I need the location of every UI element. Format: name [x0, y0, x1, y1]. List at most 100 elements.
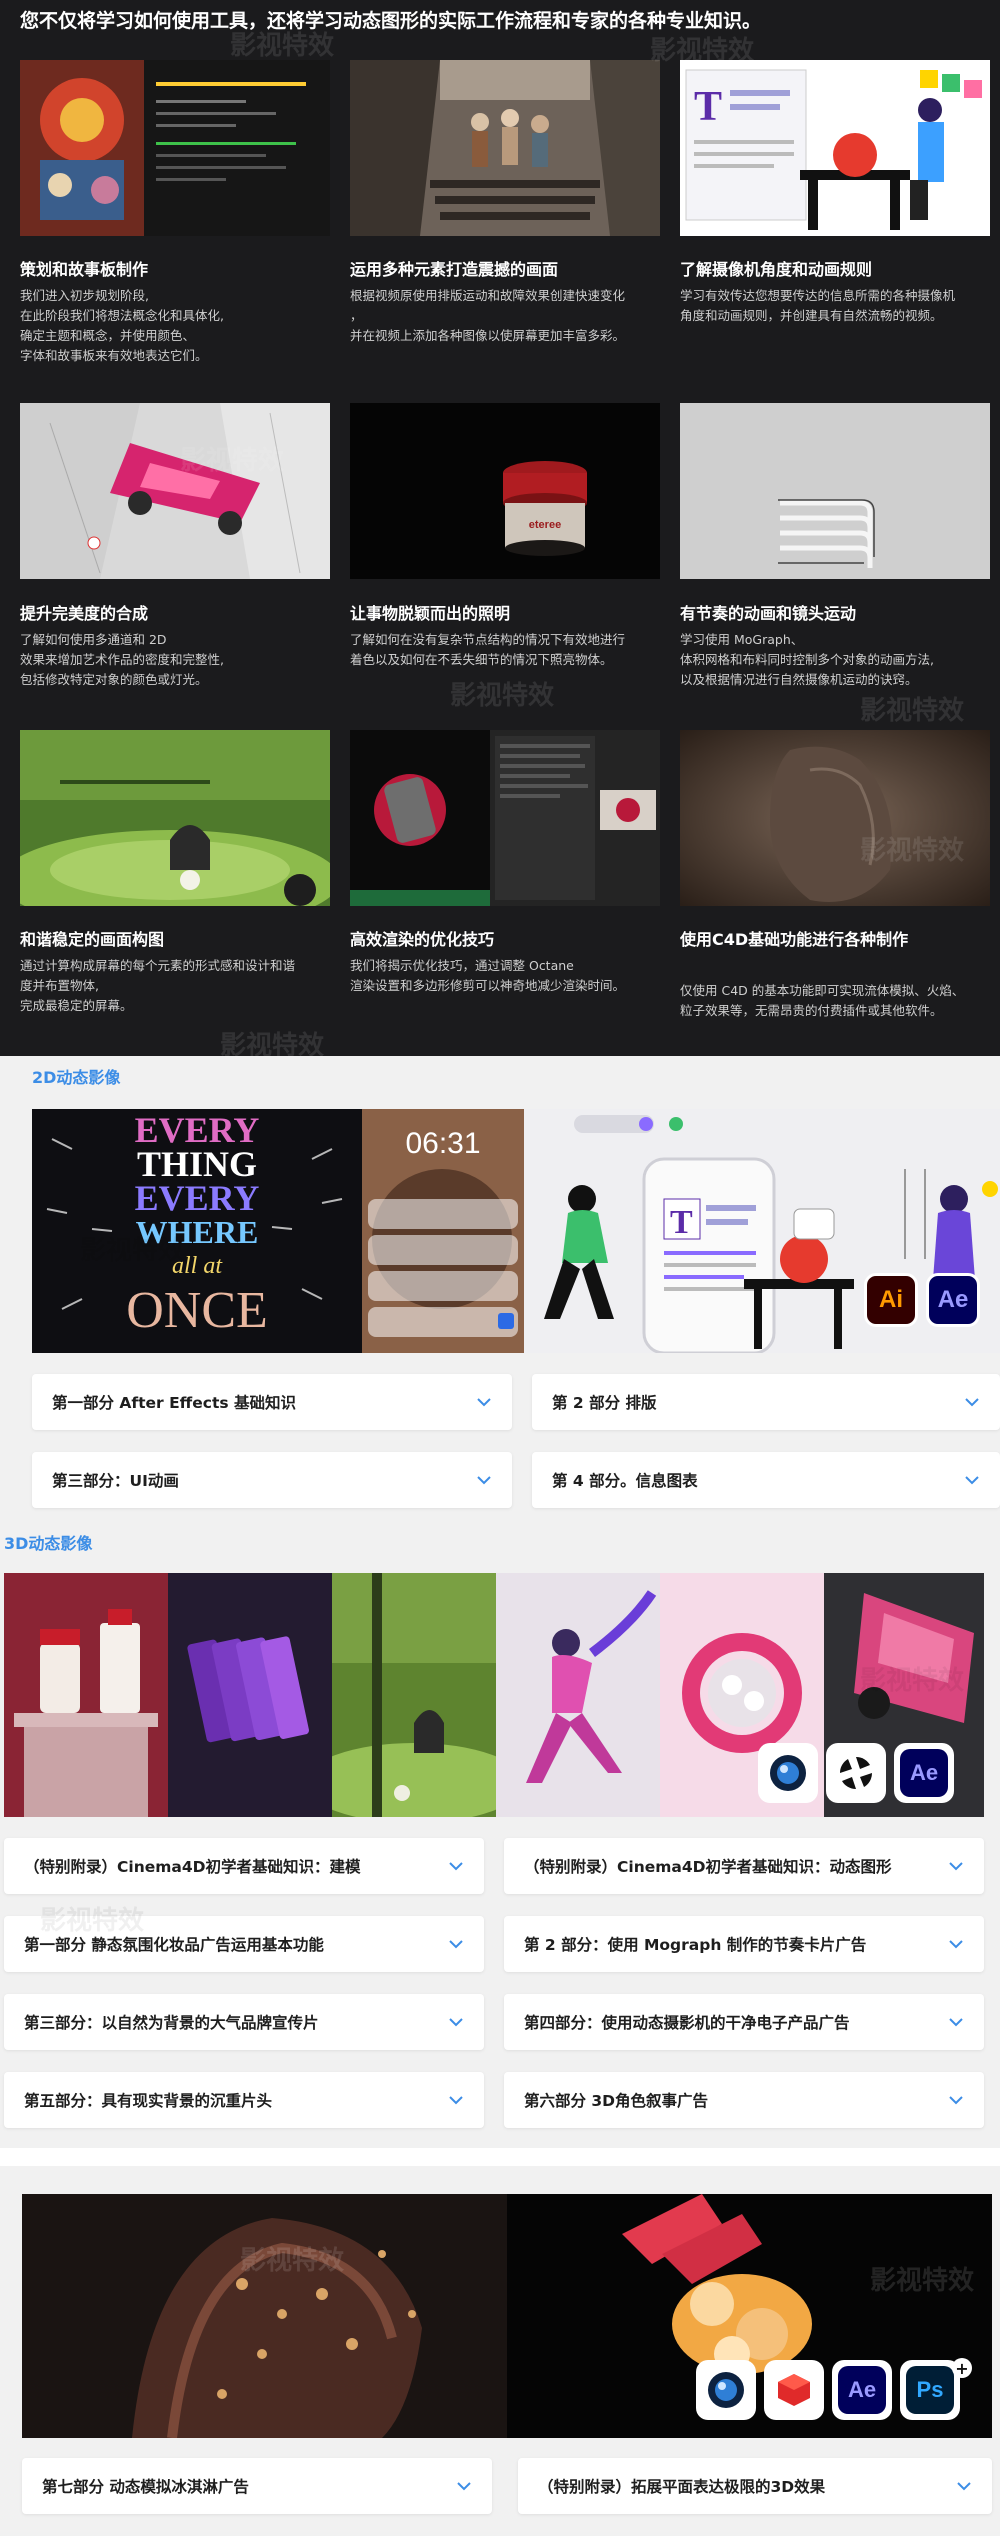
svg-text:eteree: eteree: [529, 519, 561, 531]
card-image-animation: [680, 403, 990, 579]
card-image-rendering: [350, 730, 660, 906]
accordion-item[interactable]: 第 4 部分。信息图表: [532, 1452, 1000, 1508]
accordion-item[interactable]: 第 2 部分 排版: [532, 1374, 1000, 1430]
accordion-item[interactable]: （特别附录）拓展平面表达极限的3D效果: [518, 2458, 992, 2514]
card-image-lighting: eteree: [350, 403, 660, 579]
accordion-label: （特别附录）Cinema4D初学者基础知识：建模: [24, 1858, 361, 1876]
poster-line: EVERY: [134, 1178, 260, 1218]
strip-cosmetics: [4, 1573, 168, 1817]
chevron-down-icon[interactable]: [474, 1392, 494, 1412]
accordion-item[interactable]: 第 2 部分：使用 Mograph 制作的节奏卡片广告: [504, 1916, 984, 1972]
chevron-down-icon[interactable]: [946, 2090, 966, 2110]
card-image-camera-angles: T: [680, 60, 990, 236]
accordion-label: 第七部分 动态模拟冰淇淋广告: [42, 2478, 249, 2496]
svg-text:T: T: [694, 84, 722, 130]
poster-line: EVERY: [134, 1110, 260, 1150]
accordion-label: 第四部分：使用动态摄影机的干净电子产品广告: [524, 2014, 850, 2032]
illustrator-icon: Ai: [864, 1273, 918, 1327]
card-title: 高效渲染的优化技巧: [350, 930, 495, 949]
redshift-icon: [764, 2360, 824, 2420]
accordion-item[interactable]: 第一部分 静态氛围化妆品广告运用基本功能: [4, 1916, 484, 1972]
accordion-label: 第一部分 静态氛围化妆品广告运用基本功能: [24, 1936, 324, 1954]
section-heading: 您不仅将学习如何使用工具，还将学习动态图形的实际工作流程和专家的各种专业知识。: [20, 10, 762, 32]
after-effects-icon: Ae: [926, 1273, 980, 1327]
chevron-down-icon[interactable]: [946, 1934, 966, 1954]
accordion-item[interactable]: 第六部分 3D角色叙事广告: [504, 2072, 984, 2128]
chevron-down-icon[interactable]: [446, 2090, 466, 2110]
photoshop-label: Ps: [906, 2366, 954, 2414]
card-title: 策划和故事板制作: [20, 260, 149, 279]
accordion-label: 第一部分 After Effects 基础知识: [52, 1394, 296, 1412]
accordion-item[interactable]: 第七部分 动态模拟冰淇淋广告: [22, 2458, 492, 2514]
accordion-label: 第 2 部分 排版: [552, 1394, 657, 1412]
accordion-label: 第三部分：UI动画: [52, 1472, 179, 1490]
photoshop-icon: Ps: [900, 2360, 960, 2420]
card-description: 我们将揭示优化技巧，通过调整 Octane 渲染设置和多边形修剪可以神奇地减少渲…: [350, 958, 626, 993]
poster-line: WHERE: [135, 1214, 259, 1250]
accordion-item[interactable]: 第三部分：以自然为背景的大气品牌宣传片: [4, 1994, 484, 2050]
poster-line: ONCE: [126, 1282, 268, 1339]
accordion-label: 第五部分：具有现实背景的沉重片头: [24, 2092, 273, 2110]
phone-lockscreen-image: 06:31: [362, 1109, 524, 1353]
chevron-down-icon[interactable]: [474, 1470, 494, 1490]
poster-image: EVERY THING EVERY WHERE all at ONCE: [32, 1109, 362, 1353]
ui-illustration: T Ai Ae: [524, 1109, 1000, 1353]
svg-text:T: T: [670, 1204, 693, 1241]
chevron-down-icon[interactable]: [962, 1392, 982, 1412]
watermark: 影视特效: [450, 681, 555, 711]
banner-2d: EVERY THING EVERY WHERE all at ONCE 06:3…: [32, 1109, 1000, 1353]
chevron-down-icon[interactable]: [446, 2012, 466, 2032]
cinema4d-icon: [758, 1743, 818, 1803]
chevron-down-icon[interactable]: [446, 1934, 466, 1954]
section-label-2d: 2D动态影像: [32, 1068, 121, 1087]
cinema4d-icon: [696, 2360, 756, 2420]
after-effects-icon: Ae: [832, 2360, 892, 2420]
accordion-item[interactable]: 第五部分：具有现实背景的沉重片头: [4, 2072, 484, 2128]
accordion-item[interactable]: （特别附录）Cinema4D初学者基础知识：建模: [4, 1838, 484, 1894]
card-image-elements: [350, 60, 660, 236]
after-effects-label: Ae: [900, 1749, 948, 1797]
accordion-label: 第 4 部分。信息图表: [552, 1472, 698, 1490]
chevron-down-icon[interactable]: [954, 2476, 974, 2496]
accordion-item[interactable]: 第三部分：UI动画: [32, 1452, 512, 1508]
accordion-label: 第三部分：以自然为背景的大气品牌宣传片: [24, 2014, 319, 2032]
card-image-composition: [20, 730, 330, 906]
chevron-down-icon[interactable]: [454, 2476, 474, 2496]
card-description: 通过计算构成屏幕的每个元素的形式感和设计和谐 度并布置物体, 完成最稳定的屏幕。: [20, 958, 296, 1013]
strip-character: [496, 1573, 660, 1817]
features-section: 您不仅将学习如何使用工具，还将学习动态图形的实际工作流程和专家的各种专业知识。: [0, 0, 1000, 1061]
section-label-3d: 3D动态影像: [4, 1534, 93, 1553]
card-description: 了解如何使用多通道和 2D 效果来增加艺术作品的密度和完整性, 包括修改特定对象…: [20, 632, 224, 687]
accordion-label: 第六部分 3D角色叙事广告: [524, 2092, 709, 2110]
accordion-label: （特别附录）Cinema4D初学者基础知识：动态图形: [524, 1858, 892, 1876]
poster-line: all at: [171, 1253, 222, 1279]
card-title: 使用C4D基础功能进行各种制作: [680, 930, 909, 949]
card-image-storyboard: [20, 60, 330, 236]
card-title: 了解摄像机角度和动画规则: [680, 260, 873, 279]
watermark: 影视特效: [860, 696, 965, 726]
card-image-compositing: [20, 403, 330, 579]
watermark: 影视特效: [220, 1031, 325, 1061]
chevron-down-icon[interactable]: [946, 2012, 966, 2032]
chevron-down-icon[interactable]: [446, 1856, 466, 1876]
card-title: 有节奏的动画和镜头运动: [680, 604, 857, 623]
accordion-item[interactable]: 第一部分 After Effects 基础知识: [32, 1374, 512, 1430]
card-description: 了解如何在没有复杂节点结构的情况下有效地进行 着色以及如何在不丢失细节的情况下照…: [350, 632, 626, 667]
banner-3d: Ae: [4, 1573, 984, 1817]
lockscreen-time: 06:31: [405, 1127, 481, 1160]
accordion-item[interactable]: 第四部分：使用动态摄影机的干净电子产品广告: [504, 1994, 984, 2050]
card-description: 学习使用 MoGraph、 体积网格和布料同时控制多个对象的动画方法, 以及根据…: [680, 632, 934, 687]
card-description: 仅使用 C4D 的基本功能即可实现流体模拟、火焰、 粒子效果等，无需昂贵的付费插…: [680, 983, 965, 1018]
after-effects-icon: Ae: [894, 1743, 954, 1803]
card-description: 我们进入初步规划阶段, 在此阶段我们将想法概念化和具体化, 确定主题和概念，并使…: [20, 288, 224, 363]
strip-nature: [332, 1573, 496, 1817]
accordion-item[interactable]: （特别附录）Cinema4D初学者基础知识：动态图形: [504, 1838, 984, 1894]
chevron-down-icon[interactable]: [962, 1470, 982, 1490]
card-image-c4d-basics: [680, 730, 990, 906]
card-title: 和谐稳定的画面构图: [20, 930, 165, 949]
poster-line: THING: [136, 1144, 258, 1184]
card-description: 根据视频原使用排版运动和故障效果创建快速变化 ， 并在视频上添加各种图像以使屏幕…: [350, 288, 626, 343]
banner-extra: Ae Ps +: [22, 2194, 992, 2438]
chevron-down-icon[interactable]: [946, 1856, 966, 1876]
card-description: 学习有效传达您想要传达的信息所需的各种摄像机 角度和动画规则，并创建具有自然流畅…: [680, 288, 956, 323]
